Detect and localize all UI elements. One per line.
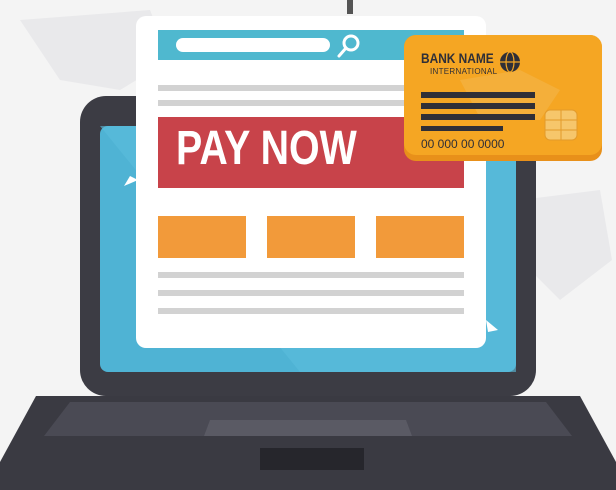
- text-line: [158, 272, 464, 278]
- card-stripe: [421, 92, 535, 98]
- laptop-base: [0, 396, 616, 490]
- text-line: [158, 290, 464, 296]
- pay-now-label[interactable]: PAY NOW: [176, 116, 357, 182]
- orange-block: [267, 216, 355, 258]
- card-number: 00 000 00 0000: [421, 137, 505, 151]
- payment-scene: [0, 0, 616, 490]
- bank-name: BANK NAME: [421, 50, 494, 66]
- hanging-wire: [347, 0, 353, 14]
- card-chip-icon: [544, 109, 578, 141]
- card-stripe: [421, 103, 535, 109]
- bank-subtitle: INTERNATIONAL: [430, 67, 498, 76]
- card-stripe: [421, 114, 535, 120]
- globe-icon: [500, 51, 520, 73]
- search-input[interactable]: [176, 38, 330, 52]
- card-stripe: [421, 126, 503, 131]
- orange-block: [158, 216, 246, 258]
- text-line: [158, 308, 464, 314]
- orange-block: [376, 216, 464, 258]
